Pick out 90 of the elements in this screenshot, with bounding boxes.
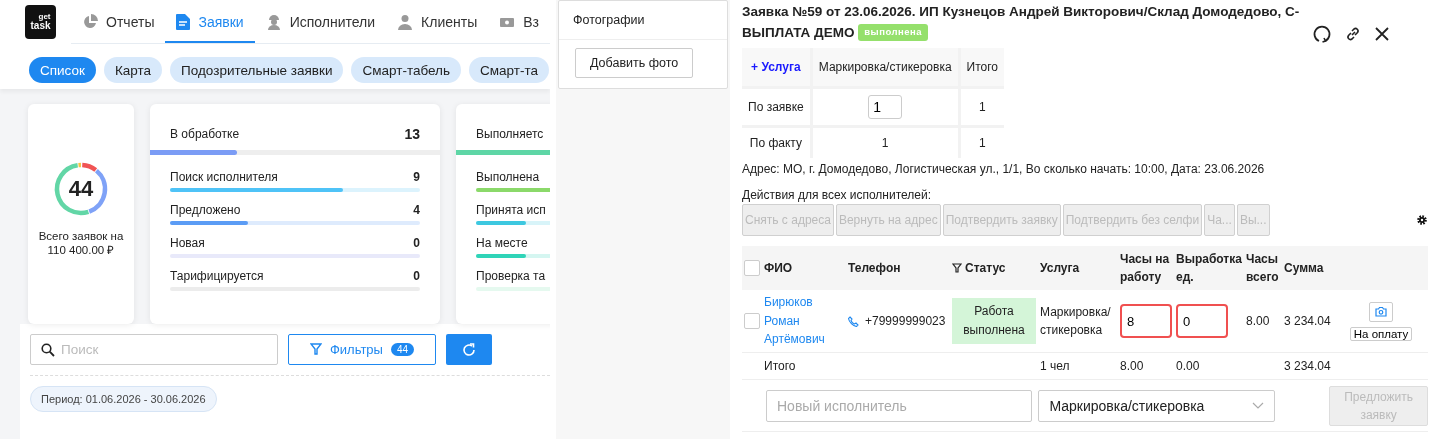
filters-label: Фильтры xyxy=(329,342,383,357)
phone-number: +79999999023 xyxy=(865,314,946,328)
status-count: 0 xyxy=(413,269,420,283)
logo-text: get xyxy=(38,13,51,22)
service-name: Маркировка/стикеровка xyxy=(1040,304,1112,339)
logo-text: task xyxy=(30,21,51,31)
output-field[interactable]: 0 xyxy=(1176,304,1228,338)
table-cell: 1 xyxy=(978,136,986,150)
period-chip[interactable]: Период: 01.06.2026 - 30.06.2026 xyxy=(30,386,217,412)
refresh-icon xyxy=(461,341,477,358)
column-header: Часы на работу xyxy=(1120,251,1171,286)
nav-tab[interactable]: Вз xyxy=(488,5,550,43)
filter-icon xyxy=(309,343,322,356)
table-cell: 0.00 xyxy=(1176,359,1200,373)
column-header: Телефон xyxy=(848,260,901,277)
table-cell: 1 xyxy=(978,100,986,114)
table-cell: 3 234.04 xyxy=(1284,359,1331,373)
status-count: 4 xyxy=(413,203,420,217)
hours-field[interactable]: 8 xyxy=(1120,304,1172,338)
table-cell: 1 xyxy=(881,136,889,150)
view-tab[interactable]: Подозрительные заявки xyxy=(170,57,344,83)
group-title: В обработке xyxy=(170,127,240,141)
refresh-button[interactable] xyxy=(446,334,492,365)
nav-tab[interactable]: Отчеты xyxy=(71,5,166,43)
status-label: Новая xyxy=(170,236,205,250)
settings-icon[interactable] xyxy=(1416,214,1428,226)
pay-button[interactable]: На оплату xyxy=(1349,326,1413,341)
search-icon xyxy=(41,343,55,357)
nav-tab[interactable]: Заявки xyxy=(165,5,255,43)
order-title: Заявка №59 от 23.06.2026. ИП Кузнецов Андрей Викторович/Склад Домодедово, С-ВЫПЛАТА ДЕМО выполнена xyxy=(742,3,1301,43)
camera-button[interactable] xyxy=(1369,301,1393,322)
chevron-down-icon xyxy=(1252,402,1265,410)
column-header: Часы всего xyxy=(1246,251,1280,286)
camera-icon xyxy=(1375,306,1387,317)
column-header: Маркировка/стикеровка xyxy=(818,60,952,74)
person-icon xyxy=(397,14,414,30)
pie-chart-icon xyxy=(82,14,99,30)
row-label: По факту xyxy=(749,136,802,150)
status-label: Тарифицируется xyxy=(170,269,264,283)
phone-icon xyxy=(848,315,859,327)
worker-icon xyxy=(265,14,282,30)
status-badge: Работа выполнена xyxy=(952,298,1036,344)
nav-tab[interactable]: Клиенты xyxy=(386,5,489,43)
table-cell: 1 чел xyxy=(1040,359,1070,373)
status-label: Проверка та xyxy=(476,269,546,283)
nav-tab[interactable]: Исполнители xyxy=(254,5,387,43)
photos-title: Фотографии xyxy=(559,1,727,40)
column-header: Итого xyxy=(966,60,999,74)
status-label: Выполнена xyxy=(476,170,540,184)
column-header: Статус xyxy=(965,260,1006,277)
total-caption: Всего заявок на 110 400.00 ₽ xyxy=(37,229,125,258)
view-tab[interactable]: Смарт-та xyxy=(469,57,549,83)
close-icon[interactable] xyxy=(1374,26,1390,42)
address-text: Адрес: МО, г. Домодедово, Логистическая ул., 1/1, Во сколько начать: 10:00, Дата: 23.06.2026 xyxy=(742,162,1266,176)
status-count: 0 xyxy=(413,236,420,250)
view-tab[interactable]: Смарт-табель xyxy=(351,57,461,83)
actions-label: Действия для всех исполнителей: xyxy=(742,188,933,202)
checkbox[interactable] xyxy=(744,260,760,276)
filters-count: 44 xyxy=(390,343,415,356)
status-label: Поиск исполнителя xyxy=(170,170,278,184)
document-icon xyxy=(176,14,191,30)
status-label: Предложено xyxy=(170,203,241,217)
totals-label: Итого xyxy=(764,359,796,373)
status-label: На месте xyxy=(476,236,528,250)
search-field[interactable]: Поиск xyxy=(30,334,278,365)
status-count: 9 xyxy=(413,170,420,184)
add-photo-button[interactable]: Добавить фото xyxy=(575,48,694,78)
status-label: Принята исп xyxy=(476,203,546,217)
column-header: Услуга xyxy=(1040,260,1080,277)
table-cell: 8.00 xyxy=(1246,314,1270,328)
filter-icon[interactable] xyxy=(952,262,962,274)
logo[interactable]: get task xyxy=(25,5,57,39)
column-header: Выработка ед. xyxy=(1176,251,1243,286)
table-cell: 8.00 xyxy=(1120,359,1144,373)
link-icon[interactable] xyxy=(1344,25,1362,43)
table-cell: 3 234.04 xyxy=(1284,314,1331,328)
quantity-field[interactable]: 1 xyxy=(868,95,903,119)
column-header: Сумма xyxy=(1284,260,1324,277)
executor-name-link[interactable]: Бирюков Роман Артёмович xyxy=(764,293,834,349)
total-count: 44 xyxy=(68,176,94,202)
checkbox[interactable] xyxy=(744,313,760,329)
column-header: ФИО xyxy=(764,260,793,277)
filters-button[interactable]: Фильтры 44 xyxy=(288,334,436,365)
group-title: Выполняетс xyxy=(476,127,544,141)
view-tab[interactable]: Карта xyxy=(103,57,163,83)
status-badge: выполнена xyxy=(858,23,929,41)
view-tab[interactable]: Список xyxy=(29,57,96,83)
group-count: 13 xyxy=(404,126,420,142)
row-label: По заявке xyxy=(748,100,804,114)
reload-icon[interactable] xyxy=(1312,24,1332,44)
